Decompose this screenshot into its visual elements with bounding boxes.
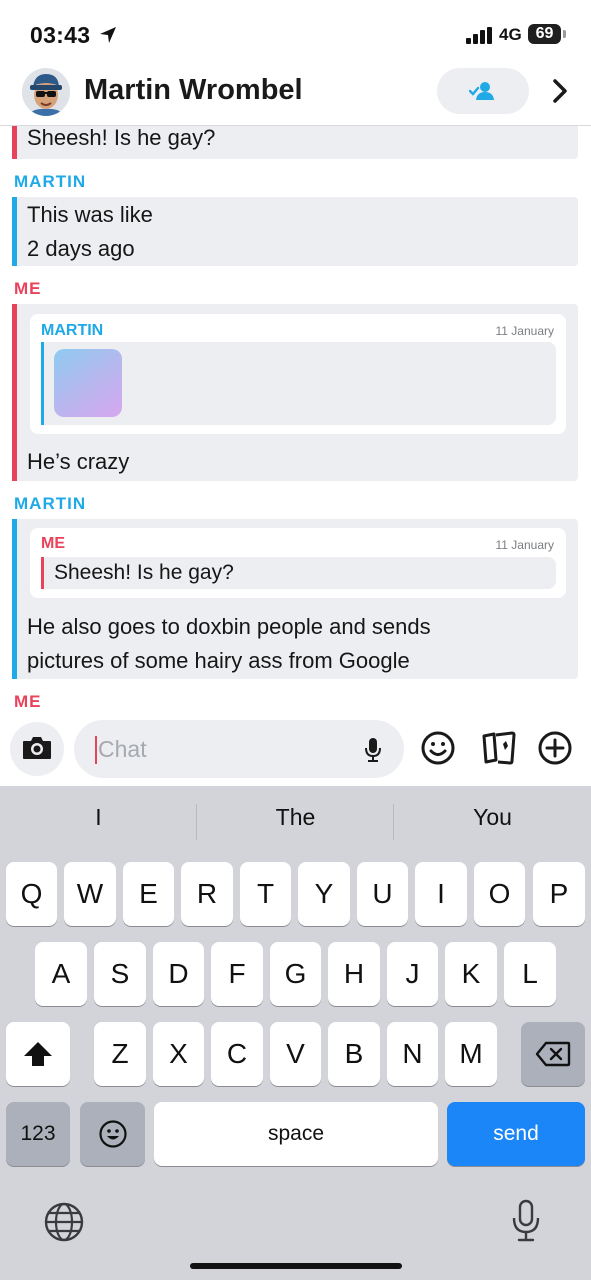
camera-icon [23, 737, 51, 759]
key[interactable]: N [387, 1022, 438, 1086]
bitmoji-avatar-icon [22, 68, 70, 116]
key[interactable]: P [533, 862, 585, 926]
message-text: He’s crazy [27, 449, 130, 474]
avatar[interactable] [22, 68, 70, 116]
key[interactable]: B [328, 1022, 380, 1086]
key[interactable]: X [153, 1022, 204, 1086]
key[interactable]: K [445, 942, 497, 1006]
key[interactable]: R [181, 862, 233, 926]
key[interactable]: C [211, 1022, 263, 1086]
quoted-content: Sheesh! Is he gay? [41, 557, 556, 589]
chat-input[interactable]: Chat [74, 720, 404, 778]
quoted-sender: MARTIN [41, 322, 104, 339]
location-arrow-icon [100, 27, 116, 43]
quoted-text: Sheesh! Is he gay? [54, 561, 234, 584]
camera-button[interactable] [10, 722, 64, 776]
message-text: He also goes to doxbin people and sends [27, 614, 431, 639]
shift-icon [24, 1042, 52, 1066]
key[interactable]: J [387, 942, 438, 1006]
chat-placeholder: Chat [98, 736, 147, 762]
keyboard: I The You Q W E R T Y U I O P A S D F G … [0, 786, 591, 1280]
globe-icon[interactable] [43, 1201, 85, 1243]
sender-label: MARTIN [14, 494, 87, 513]
backspace-icon [535, 1041, 571, 1067]
key[interactable]: Y [298, 862, 350, 926]
compose-bar: Chat [0, 712, 591, 786]
key[interactable]: T [240, 862, 291, 926]
key[interactable]: G [270, 942, 321, 1006]
key[interactable]: H [328, 942, 380, 1006]
quoted-content [41, 342, 556, 425]
message-bubble[interactable]: Sheesh! Is he gay? [12, 126, 578, 159]
plus-icon[interactable] [537, 730, 573, 766]
emoji-icon[interactable] [420, 730, 456, 766]
home-indicator[interactable] [190, 1263, 402, 1269]
signal-icon [466, 27, 492, 44]
battery-cap [563, 30, 566, 38]
key[interactable]: M [445, 1022, 497, 1086]
mic-icon[interactable] [363, 736, 383, 764]
key[interactable]: L [504, 942, 556, 1006]
status-bar: 03:43 4G 69 [0, 0, 591, 62]
key[interactable]: I [415, 862, 467, 926]
key[interactable]: S [94, 942, 146, 1006]
status-time: 03:43 [30, 22, 91, 48]
sender-label: MARTIN [14, 172, 87, 191]
key[interactable]: E [123, 862, 174, 926]
quoted-sender: ME [41, 535, 65, 552]
sender-label: ME [14, 692, 42, 711]
message-text: Sheesh! Is he gay? [27, 126, 216, 150]
text-cursor [95, 736, 97, 764]
media-thumbnail[interactable] [54, 349, 122, 417]
quoted-date: 11 January [495, 324, 554, 338]
message-text: pictures of some hairy ass from Google [27, 648, 410, 673]
contact-name[interactable]: Martin Wrombel [84, 74, 303, 107]
key[interactable]: D [153, 942, 204, 1006]
emoji-key[interactable] [80, 1102, 145, 1166]
suggestion-item[interactable]: You [394, 804, 591, 831]
battery-indicator: 69 [528, 24, 561, 44]
suggestion-item[interactable]: The [197, 804, 394, 831]
network-label: 4G [499, 25, 522, 44]
quoted-reply[interactable]: ME 11 January Sheesh! Is he gay? [30, 528, 566, 598]
message-text: This was like [27, 202, 153, 227]
message-bubble[interactable]: MARTIN 11 January He’s crazy [12, 304, 578, 481]
key[interactable]: U [357, 862, 408, 926]
key[interactable]: A [35, 942, 87, 1006]
key[interactable]: Z [94, 1022, 146, 1086]
key[interactable]: Q [6, 862, 57, 926]
add-friend-icon [469, 82, 494, 100]
chat-header: Martin Wrombel [0, 62, 591, 126]
emoji-key-icon [98, 1120, 127, 1148]
message-bubble[interactable]: This was like 2 days ago [12, 197, 578, 266]
message-bubble[interactable]: ME 11 January Sheesh! Is he gay? He also… [12, 519, 578, 679]
backspace-key[interactable] [521, 1022, 585, 1086]
key[interactable]: O [474, 862, 525, 926]
dictation-icon[interactable] [510, 1199, 542, 1243]
key[interactable]: W [64, 862, 116, 926]
send-key[interactable]: send [447, 1102, 585, 1166]
chat-thread[interactable]: Sheesh! Is he gay? MARTIN This was like … [0, 126, 591, 712]
key[interactable]: V [270, 1022, 321, 1086]
sender-label: ME [14, 279, 42, 298]
key[interactable]: F [211, 942, 263, 1006]
quoted-reply[interactable]: MARTIN 11 January [30, 314, 566, 434]
numbers-key[interactable]: 123 [6, 1102, 70, 1166]
cards-icon[interactable] [478, 730, 518, 766]
chevron-right-icon[interactable] [548, 77, 572, 105]
quoted-date: 11 January [495, 538, 554, 552]
friend-status-button[interactable] [437, 68, 529, 114]
message-text: 2 days ago [27, 236, 135, 261]
suggestion-item[interactable]: I [0, 804, 197, 831]
space-key[interactable]: space [154, 1102, 438, 1166]
shift-key[interactable] [6, 1022, 70, 1086]
